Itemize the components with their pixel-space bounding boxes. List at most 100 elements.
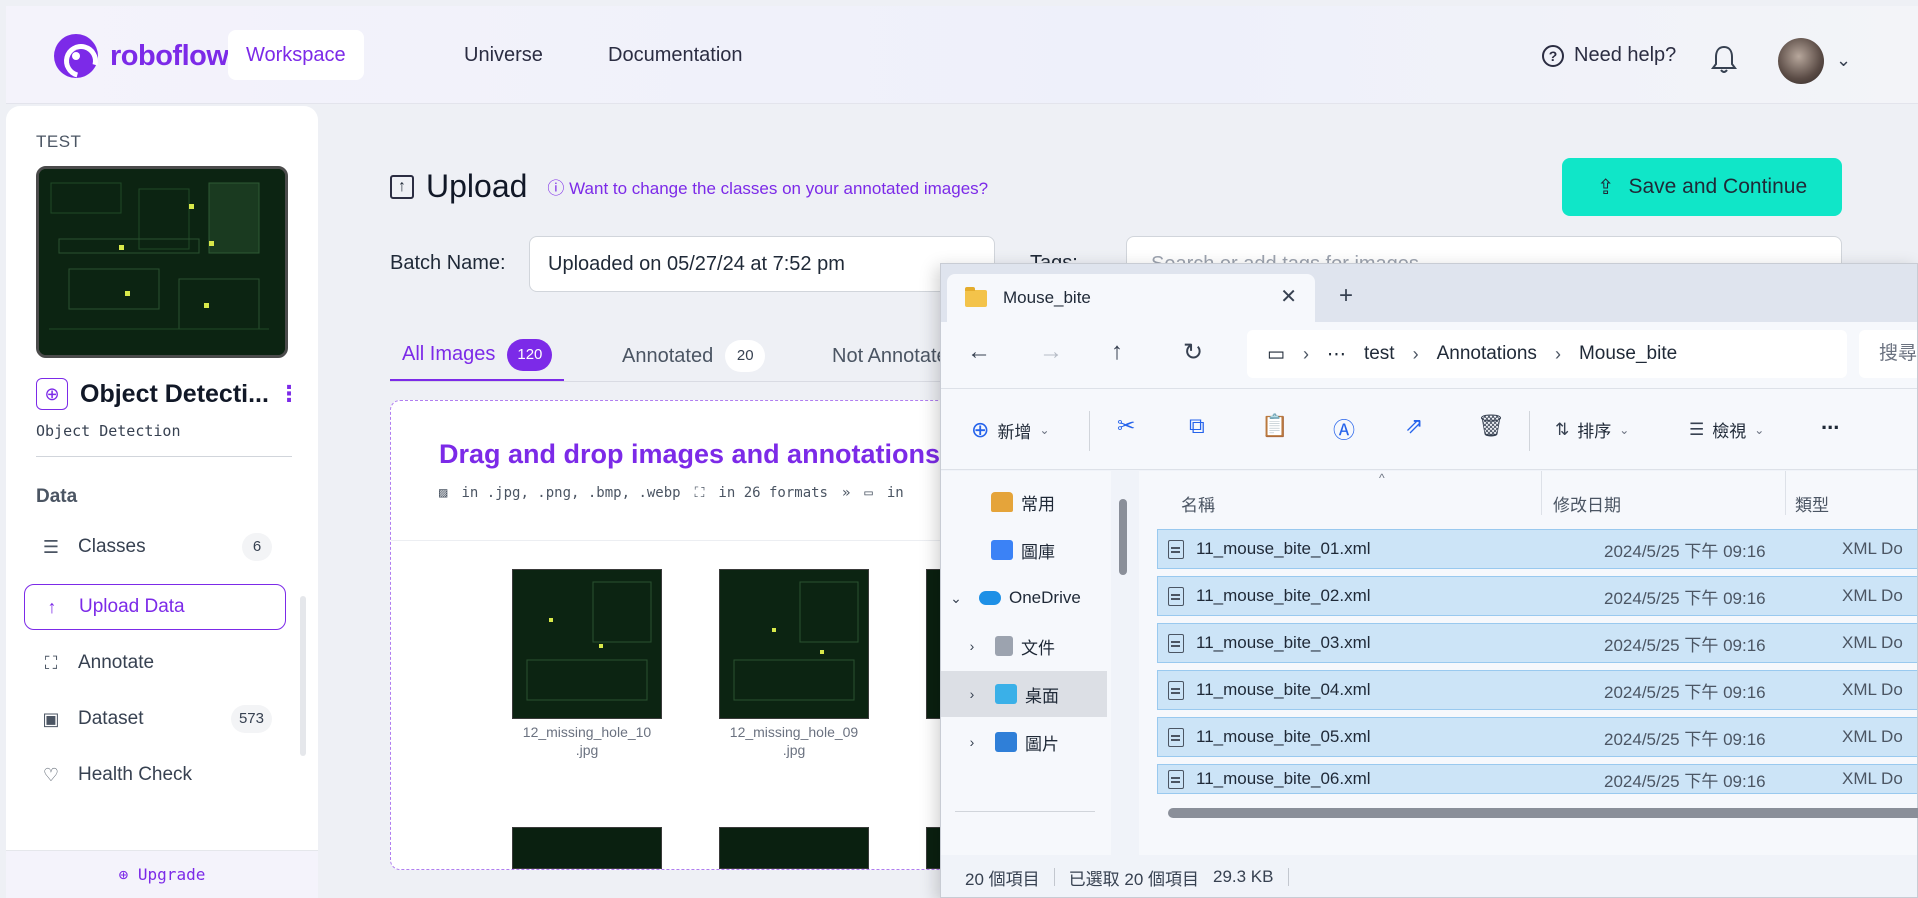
- format-hints: ▨ in .jpg, .png, .bmp, .webp ⛶ in 26 for…: [439, 485, 904, 501]
- thumbnail-caption-ext: .jpg: [575, 742, 599, 758]
- annotation-formats[interactable]: in 26 formats: [718, 485, 828, 501]
- image-thumbnail[interactable]: [719, 827, 869, 869]
- file-name: 11_mouse_bite_05.xml: [1196, 727, 1371, 746]
- image-thumbnail[interactable]: [512, 569, 662, 719]
- forward-icon[interactable]: →: [1039, 338, 1063, 366]
- new-tab-icon[interactable]: +: [1339, 282, 1353, 310]
- ellipsis-icon[interactable]: ⋯: [1327, 343, 1346, 366]
- batch-name-input[interactable]: Uploaded on 05/27/24 at 7:52 pm: [529, 236, 995, 292]
- file-date: 2024/5/25 下午 09:16: [1604, 729, 1766, 749]
- file-row[interactable]: 11_mouse_bite_02.xml 2024/5/25 下午 09:16 …: [1157, 576, 1917, 616]
- explorer-search-input[interactable]: 搜尋: [1859, 330, 1917, 378]
- nav-tab-workspace[interactable]: Workspace: [228, 30, 364, 80]
- file-row[interactable]: 11_mouse_bite_04.xml 2024/5/25 下午 09:16 …: [1157, 670, 1917, 710]
- help-link[interactable]: ? Need help?: [1542, 44, 1676, 67]
- file-explorer-window[interactable]: Mouse_bite ✕ + ← → ↑ ↻ ▭ › ⋯ test › Anno…: [940, 263, 1918, 898]
- nav-item-label: 常用: [1021, 494, 1055, 514]
- file-date: 2024/5/25 下午 09:16: [1604, 541, 1766, 561]
- column-separator[interactable]: [1541, 471, 1542, 515]
- file-row[interactable]: 11_mouse_bite_01.xml 2024/5/25 下午 09:16 …: [1157, 529, 1917, 569]
- tab-annotated[interactable]: Annotated 20: [610, 330, 777, 382]
- back-icon[interactable]: ←: [967, 338, 991, 366]
- more-icon[interactable]: ...: [1821, 409, 1839, 435]
- sidebar-item-annotate[interactable]: ⛶ Annotate: [24, 640, 286, 686]
- project-name[interactable]: Object Detecti...: [80, 380, 270, 409]
- file-date: 2024/5/25 下午 09:16: [1604, 635, 1766, 655]
- images-icon: ▣: [42, 708, 60, 729]
- image-thumbnail[interactable]: [719, 569, 869, 719]
- nav-item-desktop[interactable]: › 桌面: [941, 671, 1107, 717]
- paste-icon[interactable]: 📋: [1261, 413, 1288, 439]
- breadcrumb-item[interactable]: Mouse_bite: [1579, 343, 1677, 365]
- image-formats: in .jpg, .png, .bmp, .webp: [461, 485, 681, 501]
- upgrade-button[interactable]: ⊕ Upgrade: [6, 850, 318, 898]
- xml-file-icon: [1168, 586, 1184, 606]
- sort-button[interactable]: ⇅ 排序 ⌄: [1555, 417, 1629, 442]
- chevron-right-icon[interactable]: ›: [961, 638, 983, 654]
- rename-icon[interactable]: Ⓐ: [1333, 413, 1355, 445]
- nav-tab-documentation[interactable]: Documentation: [590, 30, 761, 80]
- project-type: Object Detection: [36, 422, 181, 440]
- new-button[interactable]: ⊕ 新增 ⌄: [971, 417, 1050, 443]
- cloud-upload-icon: ⇪: [1596, 175, 1615, 199]
- column-separator[interactable]: [1785, 471, 1786, 515]
- nav-item-documents[interactable]: › 文件: [941, 623, 1107, 669]
- view-button[interactable]: ☰ 檢視 ⌄: [1689, 417, 1764, 442]
- annotate-icon: ⛶: [44, 652, 58, 673]
- file-row[interactable]: 11_mouse_bite_06.xml 2024/5/25 下午 09:16 …: [1157, 764, 1917, 794]
- nav-item-onedrive[interactable]: ⌄ OneDrive: [941, 575, 1107, 621]
- tab-all-images[interactable]: All Images 120: [390, 330, 565, 382]
- up-icon[interactable]: ↑: [1111, 338, 1123, 366]
- copy-icon[interactable]: ⧉: [1189, 413, 1205, 439]
- tab-label: All Images: [402, 343, 496, 365]
- nav-item-pictures[interactable]: › 圖片: [941, 719, 1107, 765]
- column-header-date[interactable]: 修改日期: [1553, 491, 1621, 516]
- nav-item-home[interactable]: 常用: [941, 479, 1107, 525]
- sidebar-item-label: Annotate: [78, 652, 155, 673]
- nav-tab-universe[interactable]: Universe: [446, 30, 561, 80]
- delete-icon[interactable]: 🗑: [1477, 413, 1505, 439]
- file-type: XML Do: [1842, 769, 1903, 788]
- sidebar-item-upload-data[interactable]: ↑ Upload Data: [24, 584, 286, 630]
- roboflow-logo[interactable]: roboflow: [54, 34, 229, 78]
- sidebar-item-label: Health Check: [78, 764, 193, 785]
- column-header-name[interactable]: 名稱: [1181, 491, 1215, 516]
- cut-icon[interactable]: ✂: [1117, 413, 1135, 439]
- explorer-tab-title: Mouse_bite: [1003, 288, 1091, 307]
- path-breadcrumb[interactable]: ▭ › ⋯ test › Annotations › Mouse_bite: [1247, 330, 1847, 378]
- nav-item-label: 圖片: [1025, 734, 1059, 754]
- close-icon[interactable]: ✕: [1280, 284, 1297, 309]
- change-classes-link[interactable]: ⓘ Want to change the classes on your ann…: [547, 174, 988, 199]
- save-and-continue-button[interactable]: ⇪ Save and Continue: [1562, 158, 1842, 216]
- tab-count: 120: [507, 338, 553, 371]
- sidebar-item-classes[interactable]: ☰ Classes 6: [24, 524, 286, 570]
- sidebar-item-label: Classes: [78, 536, 146, 557]
- nav-scrollbar[interactable]: [1119, 499, 1127, 575]
- chevron-down-icon[interactable]: ⌄: [945, 590, 967, 607]
- more-options-icon[interactable]: ⋮: [278, 381, 300, 407]
- sidebar-item-health-check[interactable]: ♡ Health Check: [24, 752, 286, 798]
- file-row[interactable]: 11_mouse_bite_03.xml 2024/5/25 下午 09:16 …: [1157, 623, 1917, 663]
- avatar[interactable]: [1778, 38, 1824, 84]
- nav-item-gallery[interactable]: 圖庫: [941, 527, 1107, 573]
- refresh-icon[interactable]: ↻: [1183, 338, 1203, 367]
- nav-item-label: OneDrive: [1009, 588, 1081, 607]
- chevron-down-icon[interactable]: ⌄: [1836, 50, 1851, 71]
- breadcrumb-item[interactable]: Annotations: [1437, 343, 1537, 365]
- chevron-right-icon[interactable]: ›: [961, 686, 983, 702]
- tab-count: 20: [725, 340, 766, 372]
- pictures-icon: [995, 732, 1017, 752]
- breadcrumb-item[interactable]: test: [1364, 343, 1395, 365]
- explorer-tab[interactable]: Mouse_bite ✕: [947, 274, 1315, 322]
- bell-icon[interactable]: [1710, 44, 1738, 74]
- file-row[interactable]: 11_mouse_bite_05.xml 2024/5/25 下午 09:16 …: [1157, 717, 1917, 757]
- sidebar-item-dataset[interactable]: ▣ Dataset 573: [24, 696, 286, 742]
- section-data-heading: Data: [36, 486, 78, 507]
- column-header-type[interactable]: 類型: [1795, 491, 1829, 516]
- image-thumbnail[interactable]: [512, 827, 662, 869]
- horizontal-scrollbar[interactable]: [1168, 808, 1918, 818]
- sidebar-scrollbar[interactable]: [300, 596, 306, 756]
- chevron-right-icon[interactable]: ›: [961, 734, 983, 750]
- project-thumbnail[interactable]: [36, 166, 288, 358]
- share-icon[interactable]: ⇗: [1405, 413, 1423, 439]
